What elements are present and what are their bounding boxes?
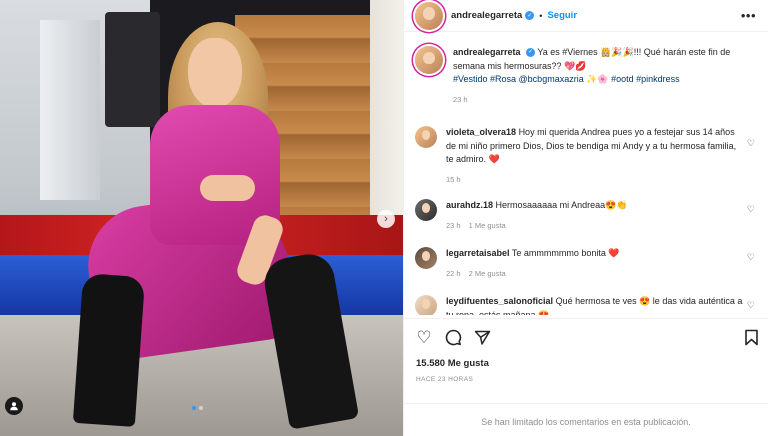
post-caption: andrealegarreta ✓ Ya es #Viernes 👸🏼🎉🎉!!!… — [415, 46, 760, 106]
comment-avatar[interactable] — [415, 126, 437, 148]
post-timestamp: HACE 23 HORAS — [416, 376, 474, 383]
save-bookmark-icon[interactable] — [742, 329, 760, 347]
comment-text: Hermosaaaaaa mi Andreaa😍👏 — [495, 200, 628, 210]
comment-time[interactable]: 15 h — [446, 175, 461, 184]
post-header: andrealegarreta ✓ • Seguir ••• — [404, 0, 768, 32]
share-paper-plane-icon[interactable] — [473, 329, 491, 347]
verified-badge-icon: ✓ — [525, 11, 535, 20]
comments-limited-notice: Se han limitado los comentarios en esta … — [404, 403, 768, 436]
author-username[interactable]: andrealegarreta — [451, 10, 522, 21]
photo-person-arm — [200, 175, 255, 201]
chevron-right-icon: › — [384, 213, 388, 225]
author-avatar[interactable] — [415, 1, 443, 30]
like-comment-heart-icon[interactable]: ♡ — [747, 138, 755, 149]
like-comment-heart-icon[interactable]: ♡ — [747, 300, 755, 311]
photo-black-boot-left — [72, 273, 146, 427]
comment-bubble-icon[interactable] — [444, 329, 462, 347]
next-image-button[interactable]: › — [377, 210, 395, 228]
caption-time[interactable]: 23 h — [453, 95, 468, 104]
more-options-icon[interactable]: ••• — [741, 8, 756, 23]
like-comment-heart-icon[interactable]: ♡ — [747, 252, 755, 263]
comment-item: aurahdz.18 Hermosaaaaaa mi Andreaa😍👏 23 … — [415, 199, 765, 232]
like-count[interactable]: 15.580 Me gusta — [416, 358, 489, 369]
comment-avatar[interactable] — [415, 247, 437, 269]
comment-likes[interactable]: 1 Me gusta — [469, 221, 506, 230]
post-photo[interactable]: › — [0, 0, 403, 436]
photo-background-pillar — [40, 20, 100, 200]
carousel-dot — [199, 406, 203, 410]
verified-badge-icon: ✓ — [526, 48, 536, 58]
comment-username[interactable]: leydifuentes_salonoficial — [446, 296, 553, 306]
like-heart-icon[interactable]: ♡ — [415, 329, 433, 347]
comment-username[interactable]: legarretaisabel — [446, 248, 510, 258]
comment-likes[interactable]: 2 Me gusta — [469, 269, 506, 278]
comment-time[interactable]: 23 h — [446, 221, 461, 230]
comment-item: leydifuentes_salonoficial Qué hermosa te… — [415, 295, 765, 315]
like-comment-heart-icon[interactable]: ♡ — [747, 204, 755, 215]
photo-background-speaker — [105, 12, 160, 127]
header-separator: • — [539, 10, 543, 21]
post-details-panel: andrealegarreta ✓ • Seguir ••• andrealeg… — [403, 0, 768, 436]
caption-author-username[interactable]: andrealegarreta — [453, 47, 521, 57]
tagged-users-button[interactable] — [5, 397, 23, 415]
comment-time[interactable]: 22 h — [446, 269, 461, 278]
follow-button[interactable]: Seguir — [547, 10, 577, 21]
carousel-dot-active — [192, 406, 196, 410]
comment-text: Te ammmmmmo bonita ❤️ — [511, 248, 620, 258]
photo-person-face — [188, 38, 242, 108]
user-icon — [10, 402, 18, 411]
comment-item: legarretaisabel Te ammmmmmo bonita ❤️ 22… — [415, 247, 765, 280]
caption-author-avatar[interactable] — [415, 46, 443, 74]
comment-username[interactable]: violeta_olvera18 — [446, 127, 516, 137]
carousel-indicator — [192, 406, 203, 410]
post-actions: ♡ — [404, 318, 768, 358]
comment-avatar[interactable] — [415, 199, 437, 221]
comment-username[interactable]: aurahdz.18 — [446, 200, 493, 210]
caption-hashtags[interactable]: #Vestido #Rosa @bcbgmaxazria ✨🌸 #ootd #p… — [453, 74, 680, 84]
comment-avatar[interactable] — [415, 295, 437, 315]
comment-item: violeta_olvera18 Hoy mi querida Andrea p… — [415, 126, 765, 186]
